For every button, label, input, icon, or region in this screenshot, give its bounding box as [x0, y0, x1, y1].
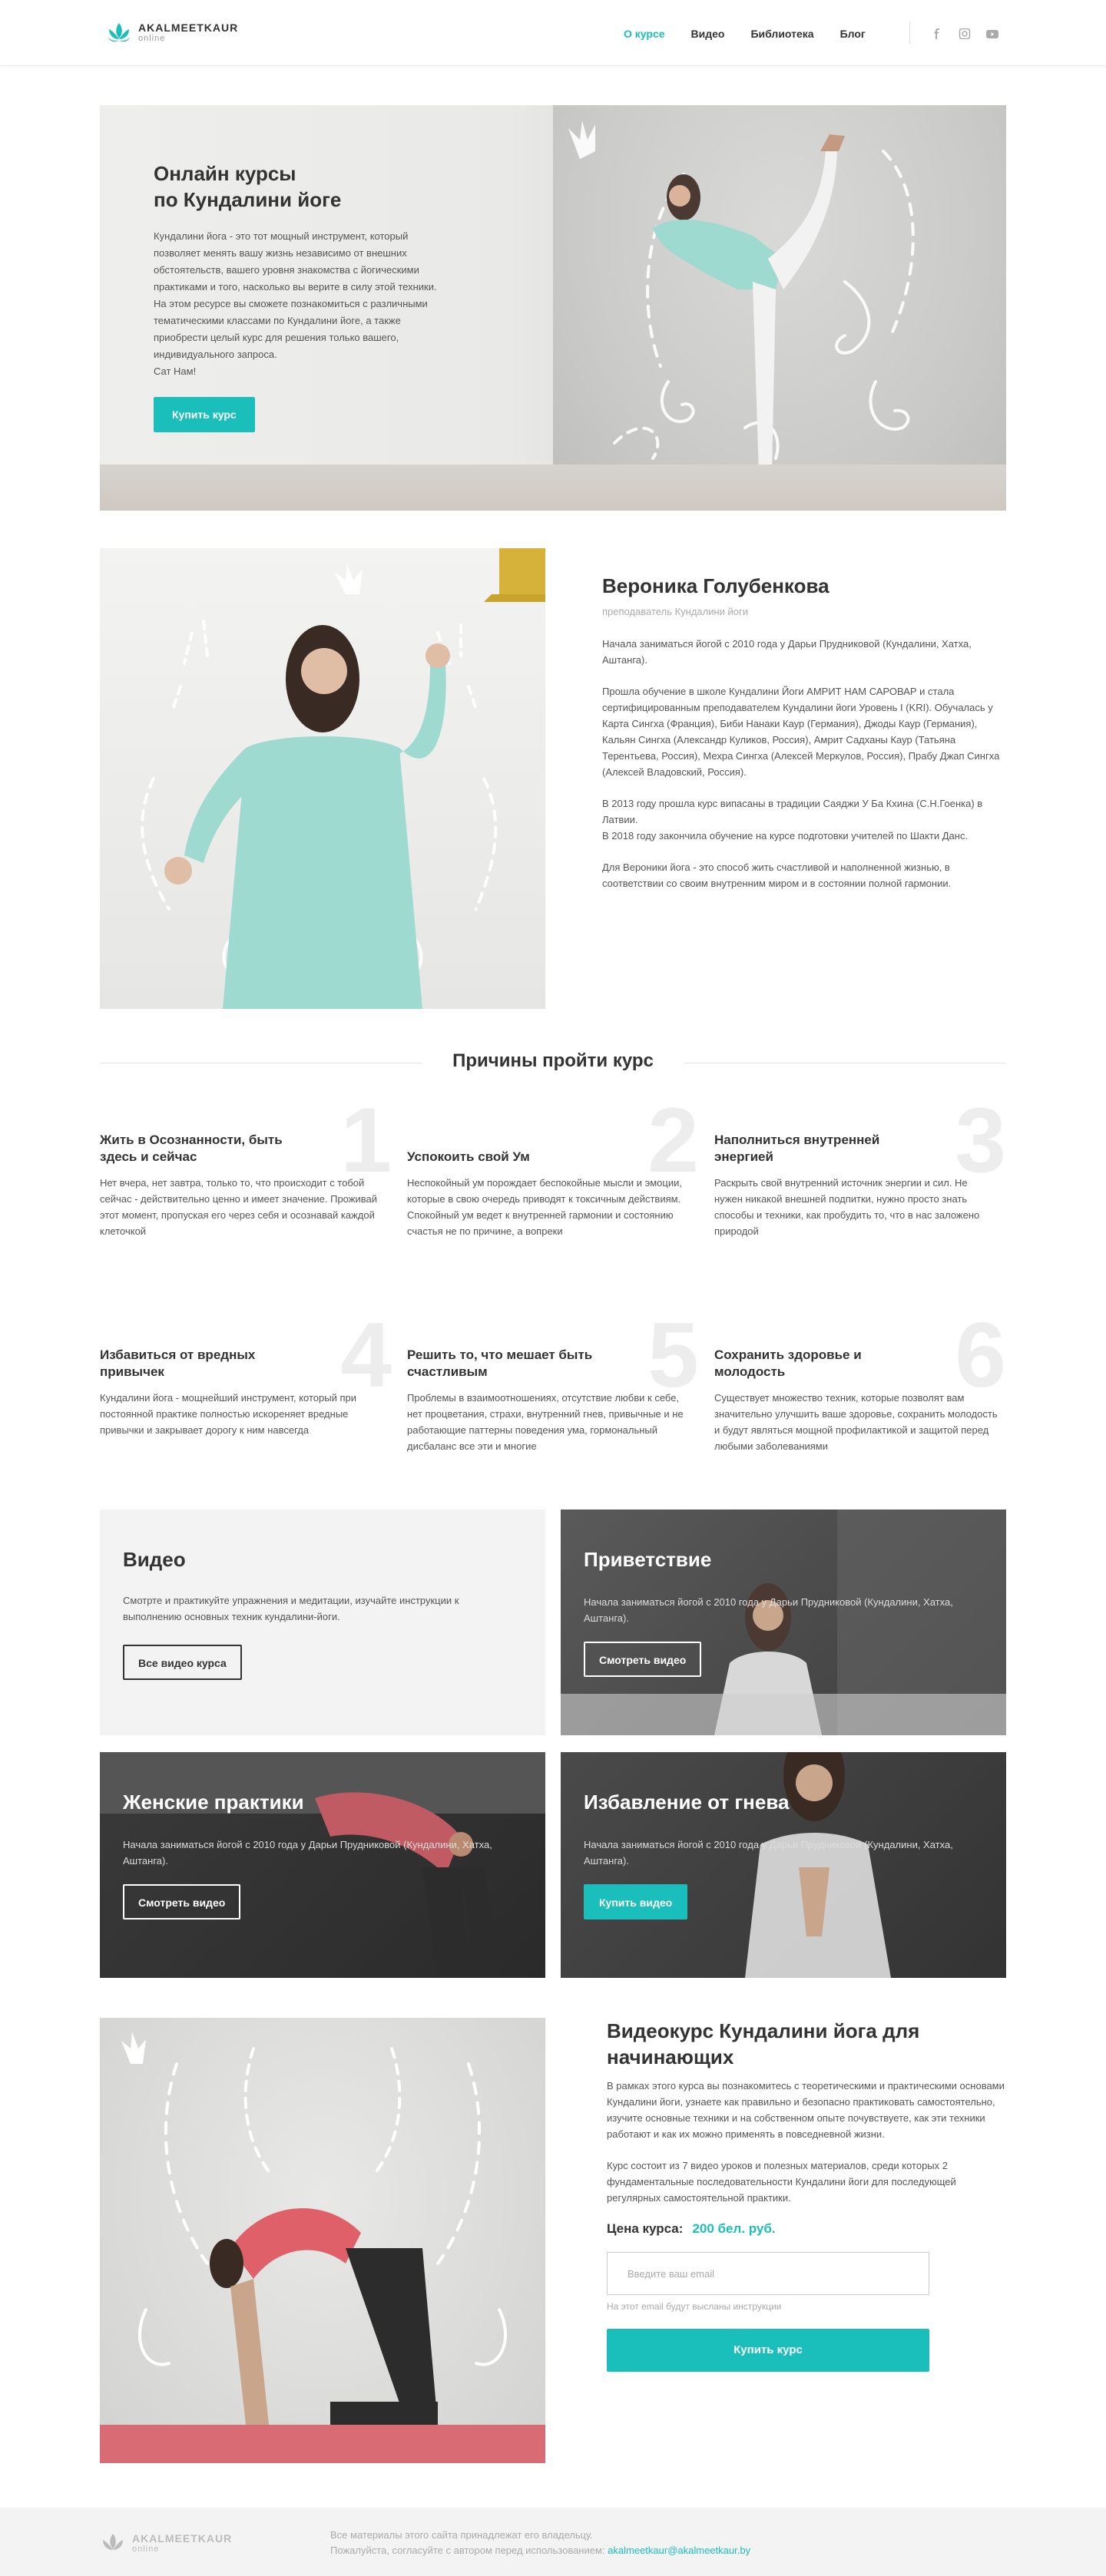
nav-item-library[interactable]: Библиотека: [750, 28, 813, 40]
course-desc-paragraph: Курс состоит из 7 видео уроков и полезны…: [607, 2160, 956, 2204]
nav-item-video[interactable]: Видео: [691, 28, 725, 40]
video-card-text: Начала заниматься йогой с 2010 года у Да…: [123, 1839, 492, 1867]
price-value: 200 бел. руб.: [692, 2221, 776, 2236]
course-title: Видеокурс Кундалини йога для начинающих: [607, 2019, 920, 2068]
instagram-icon[interactable]: [959, 28, 971, 40]
reason-number: 5: [647, 1304, 699, 1407]
video-card-title: Избавление от гнева: [584, 1791, 790, 1814]
bio-paragraph: Начала заниматься йогой с 2010 года у Да…: [602, 638, 972, 666]
video-section-title: Видео: [123, 1548, 186, 1571]
footer-line: Все материалы этого сайта принадлежат ег…: [330, 2529, 593, 2541]
watch-video-button[interactable]: Смотреть видео: [123, 1884, 241, 1920]
course-description: В рамках этого курса вы познакомитесь с …: [607, 2078, 1006, 2206]
video-card-text: Начала заниматься йогой с 2010 года у Да…: [584, 1596, 953, 1624]
all-videos-button[interactable]: Все видео курса: [123, 1645, 242, 1680]
video-intro-card: Видео Смотрте и практикуйте упражнения и…: [100, 1510, 545, 1735]
price-label: Цена курса:: [607, 2221, 684, 2236]
nav-divider: [909, 21, 910, 45]
instructor-bio: Начала заниматься йогой с 2010 года у Да…: [602, 636, 1002, 891]
email-hint: На этот email будут высланы инструкции: [607, 2301, 782, 2312]
nav-item-about[interactable]: О курсе: [624, 28, 665, 40]
course-desc-paragraph: В рамках этого курса вы познакомитесь с …: [607, 2080, 1005, 2140]
reason-title: Наполниться внутренней энергией: [714, 1133, 880, 1164]
video-card-text: Начала заниматься йогой с 2010 года у Да…: [584, 1839, 953, 1867]
social-links: [931, 28, 998, 40]
reasons-title: Причины пройти курс: [452, 1050, 654, 1071]
footer-line: Пожалуйста, согласуйте с автором перед и…: [330, 2545, 605, 2556]
instructor-role: преподаватель Кундалини йоги: [602, 606, 749, 617]
hero-title: Онлайн курсы по Кундалини йоге: [154, 162, 342, 211]
buy-course-button[interactable]: Купить курс: [607, 2329, 929, 2372]
course-info: Видеокурс Кундалини йога для начинающих …: [607, 2018, 1006, 2372]
brand-name: AKALMEETKAUR: [132, 2531, 233, 2545]
bio-paragraph: Прошла обучение в школе Кундалини Йоги А…: [602, 686, 1000, 778]
reasons-heading: Причины пройти курс: [100, 1050, 1006, 1073]
instructor-photo: [100, 548, 545, 1009]
buy-video-button[interactable]: Купить видео: [584, 1884, 688, 1920]
main-nav: О курсе Видео Библиотека Блог: [624, 28, 866, 40]
reason-item: 6 Сохранить здоровье и молодость Существ…: [714, 1304, 1006, 1490]
watch-video-button[interactable]: Смотреть видео: [584, 1642, 702, 1677]
reason-text: Проблемы в взаимоотношениях, отсутствие …: [407, 1392, 684, 1452]
reason-text: Неспокойный ум порождает беспокойные мыс…: [407, 1177, 682, 1237]
video-card-anger[interactable]: Избавление от гнева Начала заниматься йо…: [561, 1752, 1006, 1978]
hero-floor: [100, 465, 1006, 511]
site-footer: AKALMEETKAUR online Все материалы этого …: [0, 2508, 1106, 2576]
video-card-women[interactable]: Женские практики Начала заниматься йогой…: [100, 1752, 545, 1978]
lotus-logo-icon: [103, 2534, 123, 2550]
brand-name: AKALMEETKAUR: [138, 21, 239, 34]
site-header: AKALMEETKAUR online О курсе Видео Библио…: [0, 0, 1106, 66]
hero-description: Кундалини йога - это тот мощный инструме…: [154, 230, 437, 377]
hero-illustration: [568, 121, 915, 483]
site-logo[interactable]: AKALMEETKAUR online: [106, 20, 238, 45]
footer-email-link[interactable]: akalmeetkaur@akalmeetkaur.by: [608, 2545, 750, 2556]
reason-text: Кундалини йога - мощнейший инструмент, к…: [100, 1392, 357, 1436]
reason-number: 4: [340, 1304, 392, 1407]
reason-number: 6: [955, 1304, 1006, 1407]
reason-title: Сохранить здоровье и молодость: [714, 1348, 862, 1379]
reason-item: 2 Успокоить свой Ум Неспокойный ум порож…: [407, 1089, 699, 1275]
footer-logo[interactable]: AKALMEETKAUR online: [100, 2531, 232, 2555]
email-input[interactable]: [607, 2252, 929, 2295]
hero-buy-button[interactable]: Купить курс: [154, 397, 255, 432]
youtube-icon[interactable]: [986, 28, 998, 39]
course-photo: [100, 2018, 545, 2463]
brand-sub: online: [132, 2544, 160, 2554]
footer-copyright: Все материалы этого сайта принадлежат ег…: [330, 2528, 750, 2558]
lotus-logo-icon: [108, 23, 131, 42]
facebook-icon[interactable]: [931, 28, 943, 39]
hero-banner: Онлайн курсы по Кундалини йоге Кундалини…: [100, 105, 1006, 511]
video-card-title: Приветствие: [584, 1548, 712, 1571]
reason-item: 5 Решить то, что мешает быть счастливым …: [407, 1304, 699, 1490]
reason-number: 3: [955, 1089, 1006, 1192]
reason-item: 3 Наполниться внутренней энергией Раскры…: [714, 1089, 1006, 1275]
price-row: Цена курса: 200 бел. руб.: [607, 2221, 1006, 2237]
reason-number: 1: [340, 1089, 392, 1192]
video-section-text: Смотрте и практикуйте упражнения и медит…: [123, 1595, 459, 1622]
reason-title: Жить в Осознанности, быть здесь и сейчас: [100, 1133, 283, 1164]
reason-text: Нет вчера, нет завтра, только то, что пр…: [100, 1177, 377, 1237]
reason-title: Решить то, что мешает быть счастливым: [407, 1348, 593, 1379]
hero-yoga-photo: [553, 105, 1006, 511]
reason-text: Существует множество техник, которые поз…: [714, 1392, 998, 1452]
brand-sub: online: [138, 33, 166, 43]
instructor-info: Вероника Голубенкова преподаватель Кунда…: [602, 574, 1002, 907]
reason-text: Раскрыть свой внутренний источник энерги…: [714, 1177, 980, 1237]
nav-item-blog[interactable]: Блог: [840, 28, 866, 40]
video-card-title: Женские практики: [123, 1791, 304, 1814]
bio-paragraph: Для Вероники йога - это способ жить счас…: [602, 861, 952, 889]
reason-item: 4 Избавиться от вредных привычек Кундали…: [100, 1304, 392, 1490]
reason-item: 1 Жить в Осознанности, быть здесь и сейч…: [100, 1089, 392, 1275]
bio-paragraph: В 2013 году прошла курс випасаны в тради…: [602, 798, 983, 842]
reason-number: 2: [647, 1089, 699, 1192]
reason-title: Избавиться от вредных привычек: [100, 1348, 256, 1379]
video-card-greeting[interactable]: Приветствие Начала заниматься йогой с 20…: [561, 1510, 1006, 1735]
instructor-name: Вероника Голубенкова: [602, 574, 830, 597]
reason-title: Успокоить свой Ум: [407, 1149, 530, 1164]
